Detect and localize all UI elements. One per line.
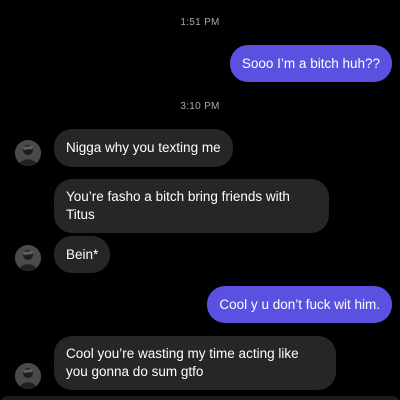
timestamp: 3:10 PM	[180, 101, 220, 112]
contact-avatar-icon[interactable]	[15, 140, 41, 166]
incoming-message[interactable]: Cool you’re wasting my time acting like …	[54, 336, 336, 390]
outgoing-message[interactable]: Cool y u don’t fuck wit him.	[207, 286, 392, 323]
contact-avatar-icon[interactable]	[15, 363, 41, 389]
contact-avatar-icon[interactable]	[15, 245, 41, 271]
message-thread[interactable]: 1:51 PM Sooo I’m a bitch huh?? 3:10 PM N…	[0, 0, 400, 400]
incoming-message[interactable]: Nigga why you texting me	[54, 129, 233, 167]
next-message-edge	[0, 396, 400, 400]
incoming-message[interactable]: You’re fasho a bitch bring friends with …	[54, 179, 329, 233]
incoming-message[interactable]: Bein*	[54, 236, 111, 273]
timestamp: 1:51 PM	[180, 17, 220, 28]
outgoing-message[interactable]: Sooo I’m a bitch huh??	[229, 45, 392, 82]
